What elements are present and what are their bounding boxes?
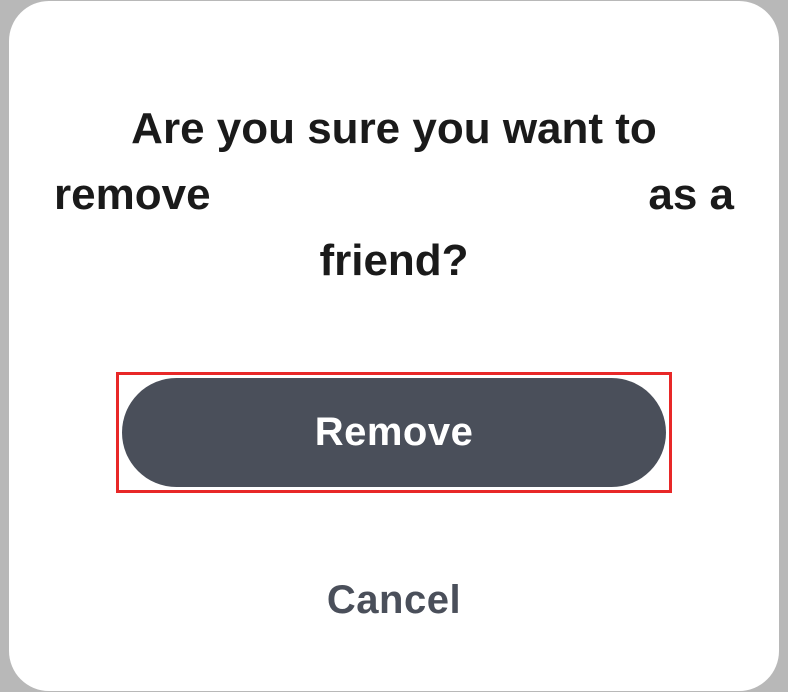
title-line-3: friend? xyxy=(54,228,734,294)
remove-button[interactable]: Remove xyxy=(122,378,666,487)
title-line-1: Are you sure you want to xyxy=(54,96,734,162)
cancel-button[interactable]: Cancel xyxy=(327,578,461,623)
remove-button-highlight: Remove xyxy=(116,372,672,493)
modal-title: Are you sure you want to remove as a fri… xyxy=(54,96,734,294)
title-as-a: as a xyxy=(648,162,734,228)
title-line-2: remove as a xyxy=(54,162,734,228)
confirmation-modal: Are you sure you want to remove as a fri… xyxy=(9,1,779,691)
title-remove-word: remove xyxy=(54,162,211,228)
